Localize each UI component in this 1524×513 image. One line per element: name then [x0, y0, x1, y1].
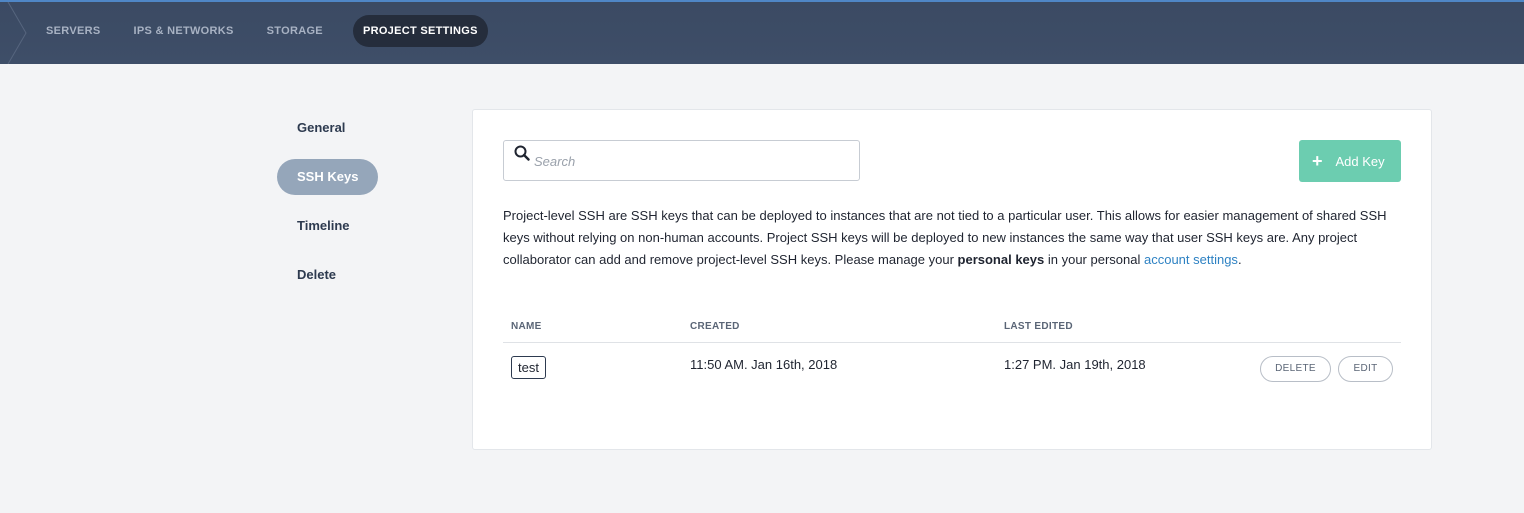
description-text: Project-level SSH are SSH keys that can … — [503, 208, 1387, 267]
sidebar-item-delete[interactable]: Delete — [277, 257, 387, 293]
search-input[interactable] — [534, 149, 844, 173]
sidebar-item-timeline[interactable]: Timeline — [277, 208, 387, 244]
delete-button[interactable]: DELETE — [1260, 356, 1331, 382]
nav-tab-servers[interactable]: SERVERS — [32, 15, 119, 47]
search-icon — [514, 145, 530, 161]
column-header-name: NAME — [511, 321, 542, 332]
top-navigation-bar: SERVERS IPS & NETWORKS STORAGE PROJECT S… — [0, 0, 1524, 64]
personal-keys-emphasis: personal keys — [957, 252, 1045, 267]
nav-tab-storage[interactable]: STORAGE — [253, 15, 342, 47]
nav-tab-project-settings[interactable]: PROJECT SETTINGS — [352, 15, 488, 47]
main-nav: SERVERS IPS & NETWORKS STORAGE PROJECT S… — [32, 15, 488, 47]
add-key-button[interactable]: + Add Key — [1299, 140, 1401, 182]
sidebar-item-ssh-keys[interactable]: SSH Keys — [277, 159, 378, 195]
sidebar-item-general[interactable]: General — [277, 110, 387, 146]
plus-icon: + — [1312, 151, 1323, 171]
created-date: 11:50 AM. Jan 16th, 2018 — [690, 357, 838, 372]
nav-tab-ips-networks[interactable]: IPS & NETWORKS — [119, 15, 252, 47]
search-box — [503, 140, 860, 181]
description-text-3: . — [1237, 252, 1242, 267]
account-settings-link[interactable]: account settings — [1144, 252, 1238, 267]
last-edited-date: 1:27 PM. Jan 19th, 2018 — [1004, 357, 1146, 372]
add-key-label: Add Key — [1335, 153, 1385, 169]
table-header: NAME CREATED LAST EDITED — [503, 317, 1401, 343]
edit-button[interactable]: EDIT — [1338, 356, 1393, 382]
table-row: test 11:50 AM. Jan 16th, 2018 1:27 PM. J… — [503, 343, 1401, 393]
description-text-2: in your personal — [1044, 252, 1144, 267]
key-name-tag: test — [511, 356, 546, 379]
ssh-keys-panel: + Add Key Project-level SSH are SSH keys… — [472, 109, 1432, 450]
breadcrumb-chevron-icon — [7, 2, 27, 64]
settings-sidebar: General SSH Keys Timeline Delete — [277, 110, 387, 306]
ssh-keys-description: Project-level SSH are SSH keys that can … — [503, 205, 1403, 271]
column-header-last-edited: LAST EDITED — [1004, 321, 1073, 332]
column-header-created: CREATED — [690, 321, 740, 332]
